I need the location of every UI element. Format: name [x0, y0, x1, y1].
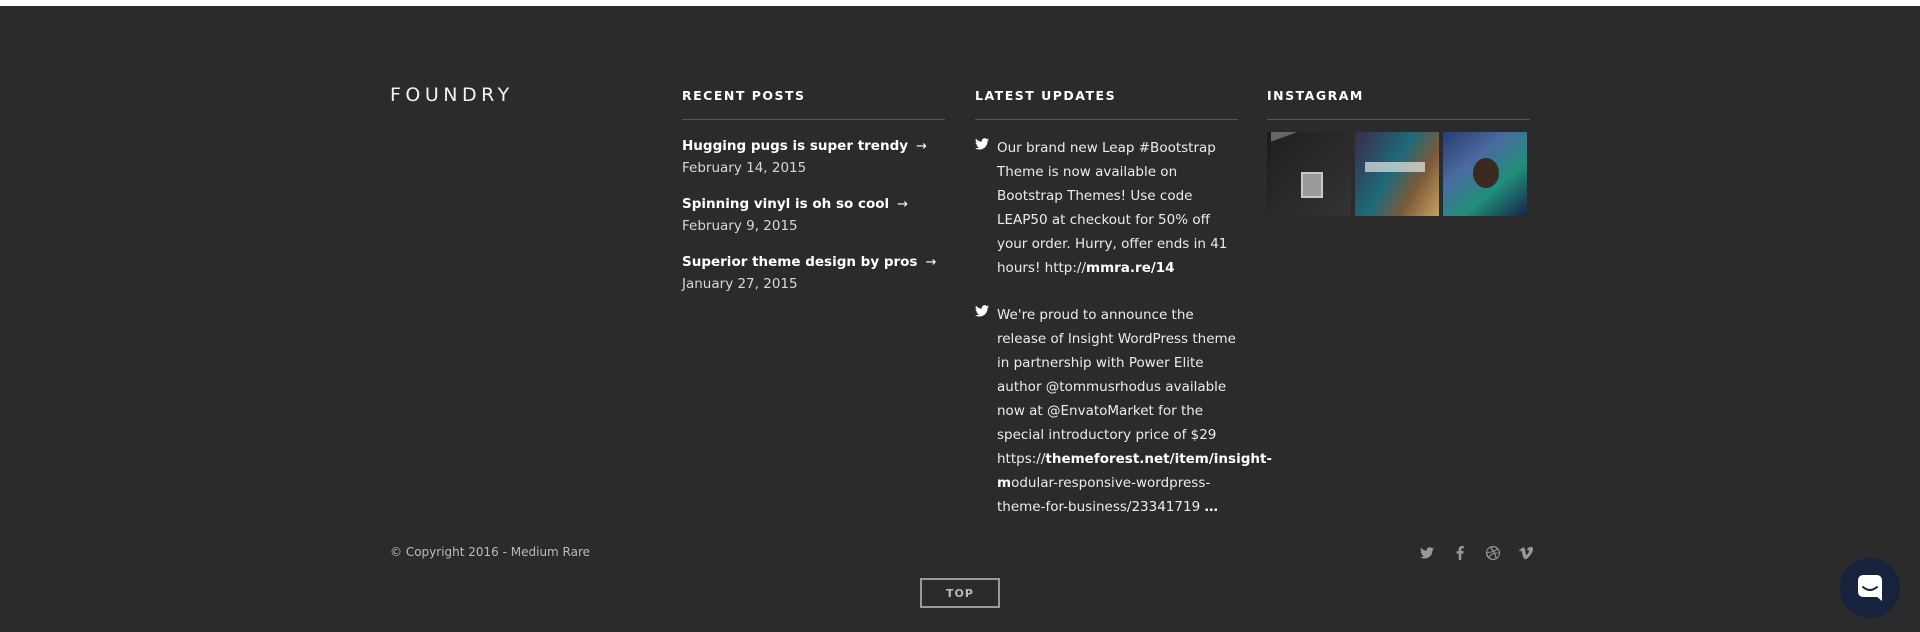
recent-posts-section: RECENT POSTS Hugging pugs is super trend… — [682, 88, 945, 295]
instagram-photo[interactable] — [1443, 132, 1527, 216]
arrow-right-icon: → — [925, 255, 937, 270]
post-link[interactable]: Hugging pugs is super trendy → — [682, 136, 945, 157]
tweet-text: Our brand new Leap #Bootstrap Theme is n… — [997, 140, 1228, 276]
recent-posts-heading: RECENT POSTS — [682, 88, 945, 120]
instagram-photo[interactable] — [1355, 132, 1439, 216]
post-link[interactable]: Spinning vinyl is oh so cool → — [682, 194, 945, 215]
latest-updates-heading: LATEST UPDATES — [975, 88, 1238, 120]
back-to-top-button[interactable]: TOP — [920, 578, 1000, 608]
post-title: Superior theme design by pros — [682, 254, 918, 270]
list-item: Hugging pugs is super trendy → February 1… — [682, 136, 945, 179]
tweet: Our brand new Leap #Bootstrap Theme is n… — [975, 136, 1238, 280]
tweet: We're proud to announce the release of I… — [975, 303, 1273, 519]
instagram-section: INSTAGRAM — [1267, 88, 1530, 216]
latest-updates-section: LATEST UPDATES Our brand new Leap #Boots… — [975, 88, 1273, 519]
tweet-link[interactable]: mmra.re/14 — [1086, 260, 1175, 276]
tweet-text: We're proud to announce the release of I… — [997, 307, 1273, 515]
arrow-right-icon: → — [897, 197, 909, 212]
chat-launcher-button[interactable] — [1840, 558, 1900, 618]
facebook-icon[interactable] — [1451, 544, 1469, 562]
footer-logo[interactable]: FOUNDRY — [390, 84, 514, 106]
instagram-grid — [1267, 132, 1530, 216]
list-item: Superior theme design by pros → January 2… — [682, 252, 945, 295]
post-title: Hugging pugs is super trendy — [682, 138, 909, 154]
arrow-right-icon: → — [916, 139, 927, 154]
instagram-heading: INSTAGRAM — [1267, 88, 1530, 120]
twitter-icon[interactable] — [1418, 544, 1436, 562]
tweet-ellipsis: … — [1204, 499, 1218, 515]
post-link[interactable]: Superior theme design by pros → — [682, 252, 945, 273]
dribbble-icon[interactable] — [1484, 544, 1502, 562]
twitter-icon — [975, 138, 989, 150]
instagram-photo[interactable] — [1267, 132, 1351, 216]
social-links — [1418, 544, 1535, 562]
chat-icon — [1858, 575, 1882, 601]
post-date: February 9, 2015 — [682, 218, 798, 234]
list-item: Spinning vinyl is oh so cool → February 9… — [682, 194, 945, 237]
post-title: Spinning vinyl is oh so cool — [682, 196, 890, 212]
twitter-icon — [975, 305, 989, 317]
vimeo-icon[interactable] — [1517, 544, 1535, 562]
post-date: February 14, 2015 — [682, 160, 807, 176]
copyright-text: © Copyright 2016 - Medium Rare — [390, 545, 591, 559]
site-footer: FOUNDRY RECENT POSTS Hugging pugs is sup… — [0, 6, 1920, 632]
post-date: January 27, 2015 — [682, 276, 798, 292]
